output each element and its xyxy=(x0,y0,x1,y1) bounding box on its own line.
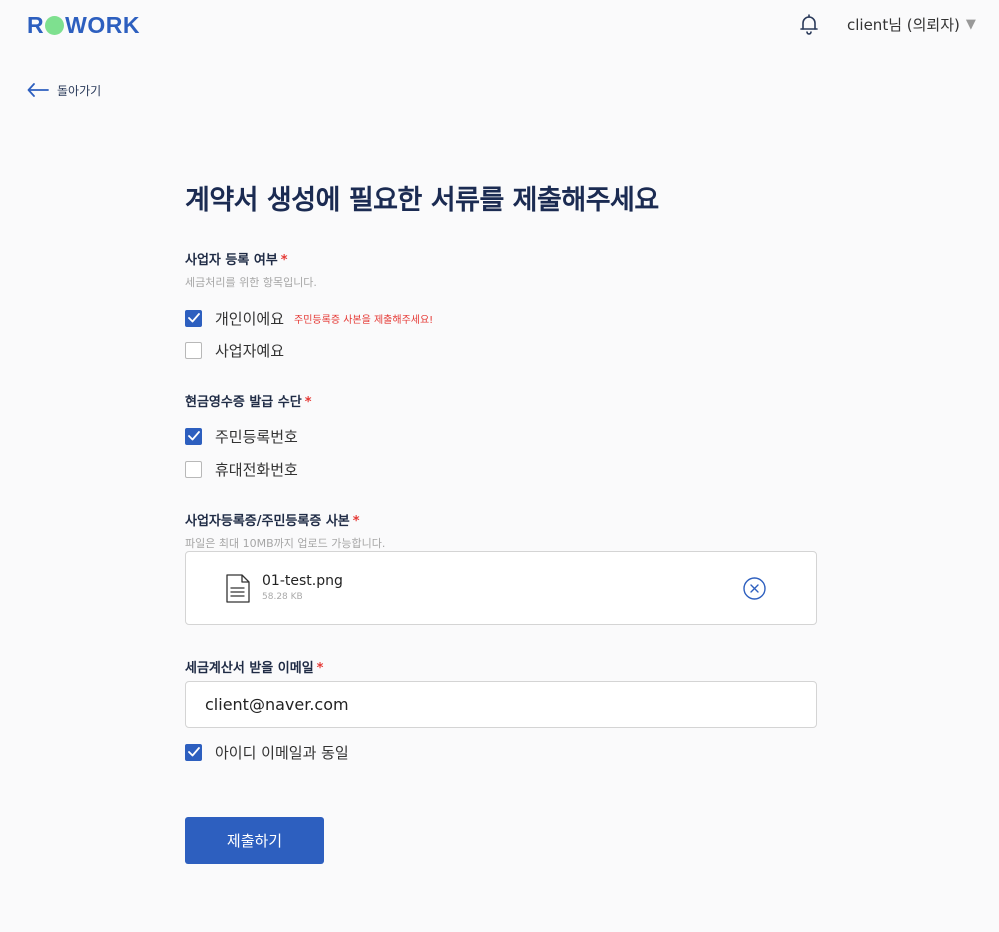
checkbox-checked[interactable] xyxy=(185,743,202,761)
option-resident-number[interactable]: 주민등록번호 xyxy=(185,426,298,446)
document-label-text: 사업자등록증/주민등록증 사본 xyxy=(185,514,350,529)
option-same-as-id[interactable]: 아이디 이메일과 동일 xyxy=(185,742,349,762)
checkbox-checked[interactable] xyxy=(185,309,202,327)
business-section-label: 사업자 등록 여부 * xyxy=(185,249,288,268)
email-label-text: 세금계산서 받을 이메일 xyxy=(185,661,314,676)
rowork-logo[interactable]: R WORK xyxy=(27,12,140,38)
document-section-label: 사업자등록증/주민등록증 사본 * xyxy=(185,510,360,529)
checkbox-unchecked[interactable] xyxy=(185,460,202,478)
required-mark: * xyxy=(304,395,312,410)
option-business[interactable]: 사업자예요 xyxy=(185,340,284,360)
receipt-label-text: 현금영수증 발급 수단 xyxy=(185,395,302,410)
check-icon xyxy=(187,431,200,441)
option-phone-number[interactable]: 휴대전화번호 xyxy=(185,459,298,479)
business-label-text: 사업자 등록 여부 xyxy=(185,253,278,268)
id-card-warning: 주민등록증 사본을 제출해주세요! xyxy=(294,314,434,326)
option-business-label: 사업자예요 xyxy=(215,341,285,360)
option-individual[interactable]: 개인이에요 주민등록증 사본을 제출해주세요! xyxy=(185,308,433,328)
logo-text: WORK xyxy=(65,11,140,38)
submit-button[interactable]: 제출하기 xyxy=(185,817,324,864)
checkbox-checked[interactable] xyxy=(185,427,202,445)
logo-letter-r: R xyxy=(27,11,45,38)
page: R WORK client님 (의뢰자) ▼ 돌아가기 계약서 생성에 필요한 … xyxy=(0,0,999,932)
email-input[interactable] xyxy=(185,681,817,728)
option-same-as-id-label: 아이디 이메일과 동일 xyxy=(215,743,349,762)
business-hint: 세금처리를 위한 항목입니다. xyxy=(185,276,317,289)
receipt-section-label: 현금영수증 발급 수단 * xyxy=(185,391,312,410)
user-menu[interactable]: client님 (의뢰자) ▼ xyxy=(847,14,976,34)
file-name: 01-test.png xyxy=(262,573,343,589)
remove-file-icon[interactable] xyxy=(743,577,766,600)
page-title: 계약서 생성에 필요한 서류를 제출해주세요 xyxy=(185,185,659,216)
back-link[interactable]: 돌아가기 xyxy=(27,80,101,100)
required-mark: * xyxy=(352,514,360,529)
check-icon xyxy=(187,313,200,323)
document-hint: 파일은 최대 10MB까지 업로드 가능합니다. xyxy=(185,537,386,550)
email-section-label: 세금계산서 받을 이메일 * xyxy=(185,657,323,676)
arrow-left-icon xyxy=(27,83,49,97)
required-mark: * xyxy=(316,661,324,676)
option-individual-label: 개인이에요 xyxy=(215,309,285,328)
back-label: 돌아가기 xyxy=(57,83,102,98)
check-icon xyxy=(187,747,200,757)
notification-bell-icon[interactable] xyxy=(797,12,821,36)
file-size: 58.28 KB xyxy=(262,592,303,602)
required-mark: * xyxy=(280,253,288,268)
logo-dot xyxy=(45,15,65,35)
file-document-icon xyxy=(226,574,250,603)
checkbox-unchecked[interactable] xyxy=(185,341,202,359)
user-name: client님 (의뢰자) xyxy=(847,15,960,34)
uploaded-file-card: 01-test.png 58.28 KB xyxy=(185,551,817,625)
option-phone-number-label: 휴대전화번호 xyxy=(215,460,298,479)
option-resident-number-label: 주민등록번호 xyxy=(215,427,298,446)
chevron-down-icon: ▼ xyxy=(965,16,976,32)
